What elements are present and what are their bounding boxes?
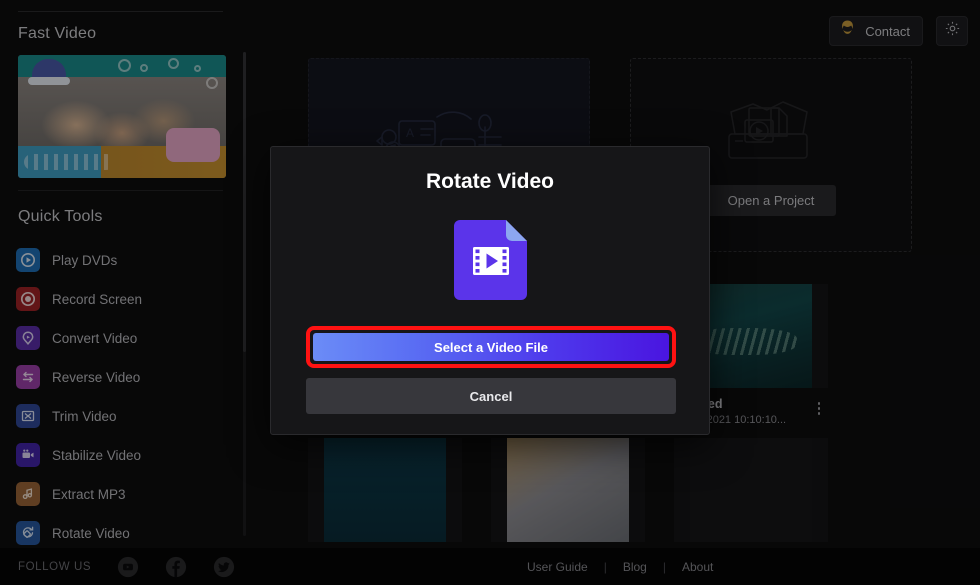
select-a-video-file-button[interactable]: Select a Video File (313, 333, 669, 361)
app-window: Fast Video Quick Tools Play DVDs Record … (0, 0, 980, 585)
rotate-video-dialog: Rotate Video Select a Video File Cancel (270, 146, 710, 435)
select-video-file-highlight: Select a Video File (306, 326, 676, 368)
video-file-icon (453, 220, 527, 300)
dialog-title: Rotate Video (426, 170, 554, 193)
cancel-button-label: Cancel (469, 388, 513, 404)
cancel-button[interactable]: Cancel (306, 378, 676, 414)
select-a-video-file-label: Select a Video File (434, 339, 548, 355)
